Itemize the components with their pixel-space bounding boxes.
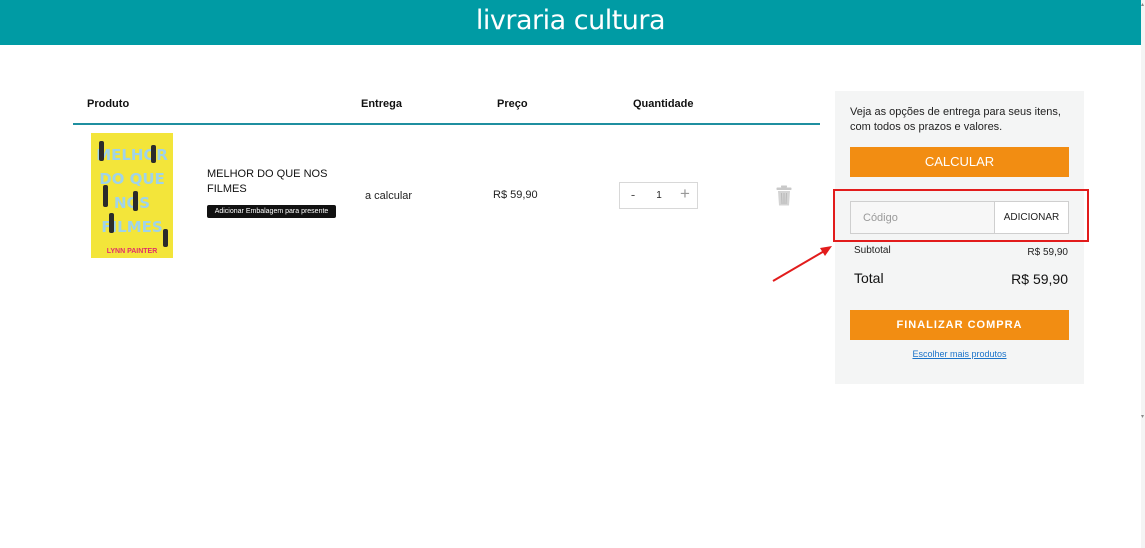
shipping-info-text: Veja as opções de entrega para seus iten… xyxy=(850,106,1061,133)
calculate-shipping-button[interactable]: CALCULAR xyxy=(850,147,1069,177)
cover-figure xyxy=(99,141,104,161)
cover-figure xyxy=(151,145,156,163)
table-header-divider xyxy=(73,123,820,125)
increase-quantity-button[interactable]: + xyxy=(676,184,694,204)
column-header-delivery: Entrega xyxy=(361,98,402,110)
product-name[interactable]: MELHOR DO QUE NOS FILMES xyxy=(207,167,342,197)
page-scrollbar[interactable] xyxy=(1141,0,1145,548)
delivery-value: a calcular xyxy=(365,190,413,202)
total-label: Total xyxy=(854,270,884,286)
item-price: R$ 59,90 xyxy=(493,189,538,201)
add-gift-wrap-button[interactable]: Adicionar Embalagem para presente xyxy=(207,205,336,218)
cover-title-line: filmes xyxy=(101,218,163,236)
checkout-button[interactable]: FINALIZAR COMPRA xyxy=(850,310,1069,340)
highlight-annotation-box xyxy=(833,189,1089,242)
scroll-up-icon[interactable]: ▴ xyxy=(1141,2,1144,8)
cover-figure xyxy=(109,213,114,233)
subtotal-label: Subtotal xyxy=(854,245,891,256)
cover-author: LYNN PAINTER xyxy=(106,248,158,255)
decrease-quantity-button[interactable]: - xyxy=(626,187,640,202)
quantity-stepper: - 1 + xyxy=(619,182,698,209)
cover-figure xyxy=(103,185,108,207)
cover-figure xyxy=(163,229,168,247)
annotation-arrow xyxy=(772,246,832,282)
column-header-quantity: Quantidade xyxy=(633,98,694,110)
site-logo[interactable]: livraria cultura xyxy=(0,0,1141,45)
column-header-product: Produto xyxy=(87,98,130,110)
scroll-down-icon[interactable]: ▾ xyxy=(1141,414,1144,420)
column-header-price: Preço xyxy=(497,98,528,110)
product-cover-image[interactable]: Melhor do que nos filmes LYNN PAINTER xyxy=(91,133,173,258)
quantity-value[interactable]: 1 xyxy=(650,190,668,201)
total-value: R$ 59,90 xyxy=(1011,271,1068,287)
trash-icon[interactable] xyxy=(776,185,792,206)
site-header: livraria cultura xyxy=(0,0,1141,45)
continue-shopping-link[interactable]: Escolher mais produtos xyxy=(850,349,1069,359)
subtotal-value: R$ 59,90 xyxy=(1027,247,1068,258)
cover-figure xyxy=(133,191,138,211)
